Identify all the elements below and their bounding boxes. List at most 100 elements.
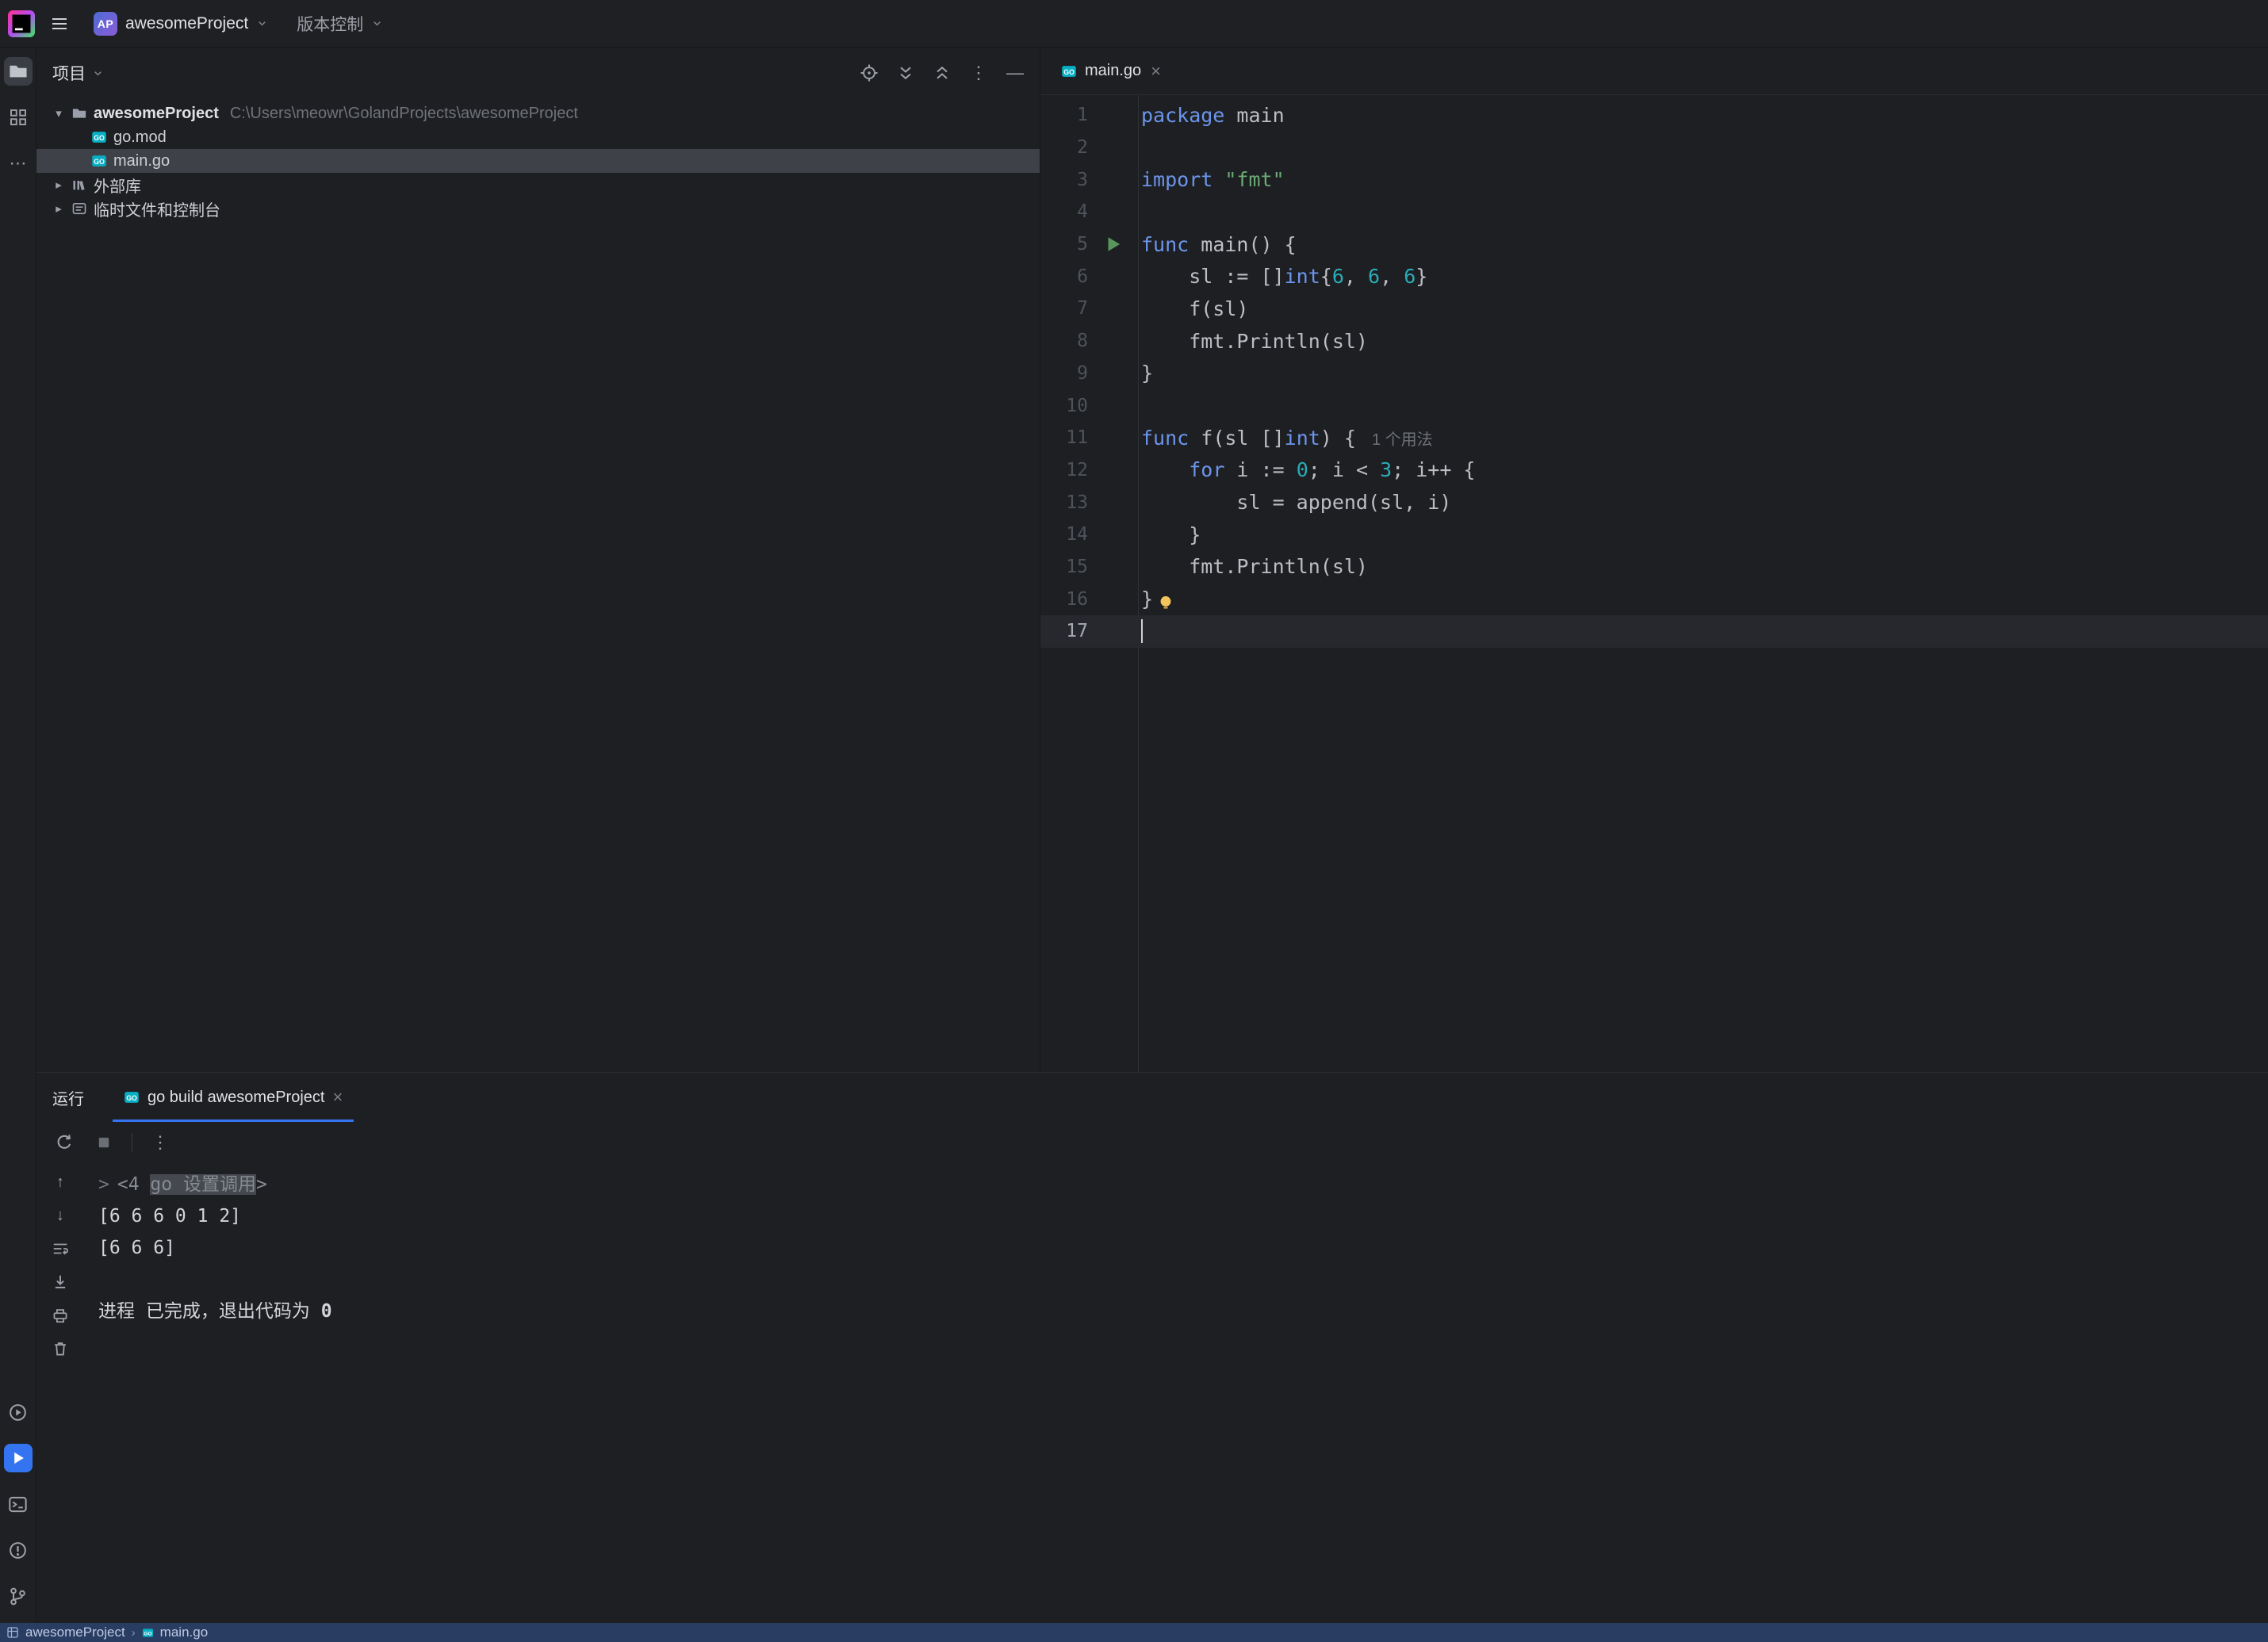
code-line[interactable]: 5 func main() { xyxy=(1040,228,2268,261)
scratch-icon xyxy=(71,201,87,216)
code-line[interactable]: 11func f(sl []int) {1 个用法 xyxy=(1040,422,2268,454)
intention-bulb-icon[interactable] xyxy=(1156,593,1175,612)
tree-item-label: 外部库 xyxy=(94,174,141,197)
hide-panel-button[interactable]: — xyxy=(1003,61,1027,85)
library-icon xyxy=(71,177,87,193)
code-line[interactable]: 7 f(sl) xyxy=(1040,293,2268,325)
tool-button-problems[interactable] xyxy=(4,1536,33,1564)
main-menu-button[interactable] xyxy=(46,10,73,37)
code-text: fmt.Println(sl) xyxy=(1138,555,1368,578)
console-gutter: ↑ ↓ xyxy=(36,1163,84,1623)
window-layout-icon[interactable] xyxy=(6,1626,19,1639)
code-line[interactable]: 17 xyxy=(1040,615,2268,648)
editor-tab-maingo[interactable]: GO main.go × xyxy=(1048,48,1174,94)
tool-button-project[interactable] xyxy=(4,57,33,86)
line-number: 5 xyxy=(1040,234,1088,255)
tool-button-run[interactable] xyxy=(4,1444,33,1472)
run-more-button[interactable]: ⋮ xyxy=(148,1131,172,1154)
code-line[interactable]: 14 } xyxy=(1040,519,2268,551)
run-console: ↑ ↓ xyxy=(36,1163,2268,1623)
code-line[interactable]: 16} xyxy=(1040,583,2268,615)
close-icon[interactable]: × xyxy=(332,1087,343,1108)
code-line[interactable]: 3import "fmt" xyxy=(1040,163,2268,196)
tree-collapsed-icon[interactable]: ▸ xyxy=(52,178,65,192)
tree-item-external-libraries[interactable]: ▸ 外部库 xyxy=(36,173,1040,197)
code-line[interactable]: 6 sl := []int{6, 6, 6} xyxy=(1040,260,2268,293)
clear-console-button[interactable] xyxy=(49,1338,71,1360)
code-line[interactable]: 15 fmt.Println(sl) xyxy=(1040,551,2268,584)
tree-item-path: C:\Users\meowr\GolandProjects\awesomePro… xyxy=(230,105,578,123)
project-header: 项目 ⋮ xyxy=(36,48,1040,98)
project-widget[interactable]: AP awesomeProject xyxy=(86,7,276,40)
line-number: 16 xyxy=(1040,589,1088,610)
go-file-icon: GO xyxy=(91,153,107,169)
code-line[interactable]: 13 sl = append(sl, i) xyxy=(1040,486,2268,519)
code-line[interactable]: 8 fmt.Println(sl) xyxy=(1040,325,2268,358)
code-text: sl = append(sl, i) xyxy=(1138,491,1451,514)
tree-item-gomod[interactable]: GO go.mod xyxy=(36,125,1040,149)
breadcrumb-project[interactable]: awesomeProject xyxy=(25,1625,125,1640)
terminal-icon xyxy=(8,1495,28,1514)
run-toolbar: ⋮ xyxy=(36,1122,2268,1163)
code-text: for i := 0; i < 3; i++ { xyxy=(1138,458,1475,481)
print-button[interactable] xyxy=(49,1304,71,1326)
line-number: 15 xyxy=(1040,557,1088,577)
rerun-button[interactable] xyxy=(52,1131,76,1154)
console-line: 进程 已完成，退出代码为 0 xyxy=(98,1296,2268,1327)
code-text: } xyxy=(1138,588,1175,610)
svg-text:GO: GO xyxy=(1063,67,1075,75)
code-text: } xyxy=(1138,523,1201,546)
tool-button-terminal[interactable] xyxy=(4,1490,33,1518)
tree-item-root[interactable]: ▾ awesomeProject C:\Users\meowr\GolandPr… xyxy=(36,101,1040,125)
scroll-to-end-button[interactable] xyxy=(49,1271,71,1293)
code-line[interactable]: 9} xyxy=(1040,358,2268,390)
usages-inlay-hint[interactable]: 1 个用法 xyxy=(1372,427,1433,450)
run-tab[interactable]: GO go build awesomeProject × xyxy=(113,1073,354,1122)
code-line[interactable]: 4 xyxy=(1040,196,2268,228)
code-text: func f(sl []int) {1 个用法 xyxy=(1138,427,1433,450)
tool-button-structure[interactable] xyxy=(4,103,33,132)
tool-button-version-control[interactable] xyxy=(4,1582,33,1610)
stop-button[interactable] xyxy=(92,1131,116,1154)
tree-item-scratches[interactable]: ▸ 临时文件和控制台 xyxy=(36,197,1040,220)
code-line[interactable]: 1package main xyxy=(1040,99,2268,132)
goland-logo-icon[interactable] xyxy=(8,10,35,37)
problems-icon xyxy=(8,1541,28,1560)
vcs-widget[interactable]: 版本控制 xyxy=(289,7,391,40)
tree-item-maingo[interactable]: GO main.go xyxy=(36,149,1040,173)
code-text: func main() { xyxy=(1138,233,1297,256)
code-text: sl := []int{6, 6, 6} xyxy=(1138,265,1427,288)
console-output[interactable]: ><4 go 设置调用>[6 6 6 0 1 2][6 6 6]进程 已完成，退… xyxy=(84,1163,2268,1623)
breadcrumb-file[interactable]: main.go xyxy=(160,1625,208,1640)
tree-collapsed-icon[interactable]: ▸ xyxy=(52,201,65,216)
locate-file-button[interactable] xyxy=(857,61,881,85)
nav-down-button[interactable]: ↓ xyxy=(49,1204,71,1227)
line-number: 9 xyxy=(1040,363,1088,384)
nav-up-button[interactable]: ↑ xyxy=(49,1171,71,1193)
line-number: 12 xyxy=(1040,460,1088,480)
soft-wrap-button[interactable] xyxy=(49,1238,71,1260)
close-icon[interactable]: × xyxy=(1151,61,1161,82)
code-line[interactable]: 2 xyxy=(1040,132,2268,164)
chevron-down-icon xyxy=(256,17,268,29)
project-title[interactable]: 项目 xyxy=(52,61,104,85)
run-gutter-icon[interactable] xyxy=(1088,234,1138,255)
expand-all-button[interactable] xyxy=(894,61,918,85)
tool-button-more[interactable]: ⋯ xyxy=(4,149,33,178)
tree-expanded-icon[interactable]: ▾ xyxy=(52,106,65,121)
code-line[interactable]: 10 xyxy=(1040,389,2268,422)
folder-icon xyxy=(8,61,29,82)
trash-icon xyxy=(52,1340,69,1357)
options-button[interactable]: ⋮ xyxy=(967,61,990,85)
svg-text:GO: GO xyxy=(94,134,105,142)
run-icon xyxy=(10,1449,27,1467)
code-line[interactable]: 12 for i := 0; i < 3; i++ { xyxy=(1040,454,2268,487)
console-line: [6 6 6 0 1 2] xyxy=(98,1200,2268,1232)
console-line: [6 6 6] xyxy=(98,1232,2268,1264)
run-tool-window: 运行 GO go build awesomeProject × xyxy=(36,1072,2268,1623)
editor-code-area[interactable]: 1package main23import "fmt"4 5 func main()… xyxy=(1040,95,2268,1072)
collapse-all-button[interactable] xyxy=(930,61,954,85)
editor-code-lines[interactable]: 1package main23import "fmt"4 5 func main()… xyxy=(1040,99,2268,648)
line-number: 17 xyxy=(1040,621,1088,641)
tool-button-services[interactable] xyxy=(4,1398,33,1426)
